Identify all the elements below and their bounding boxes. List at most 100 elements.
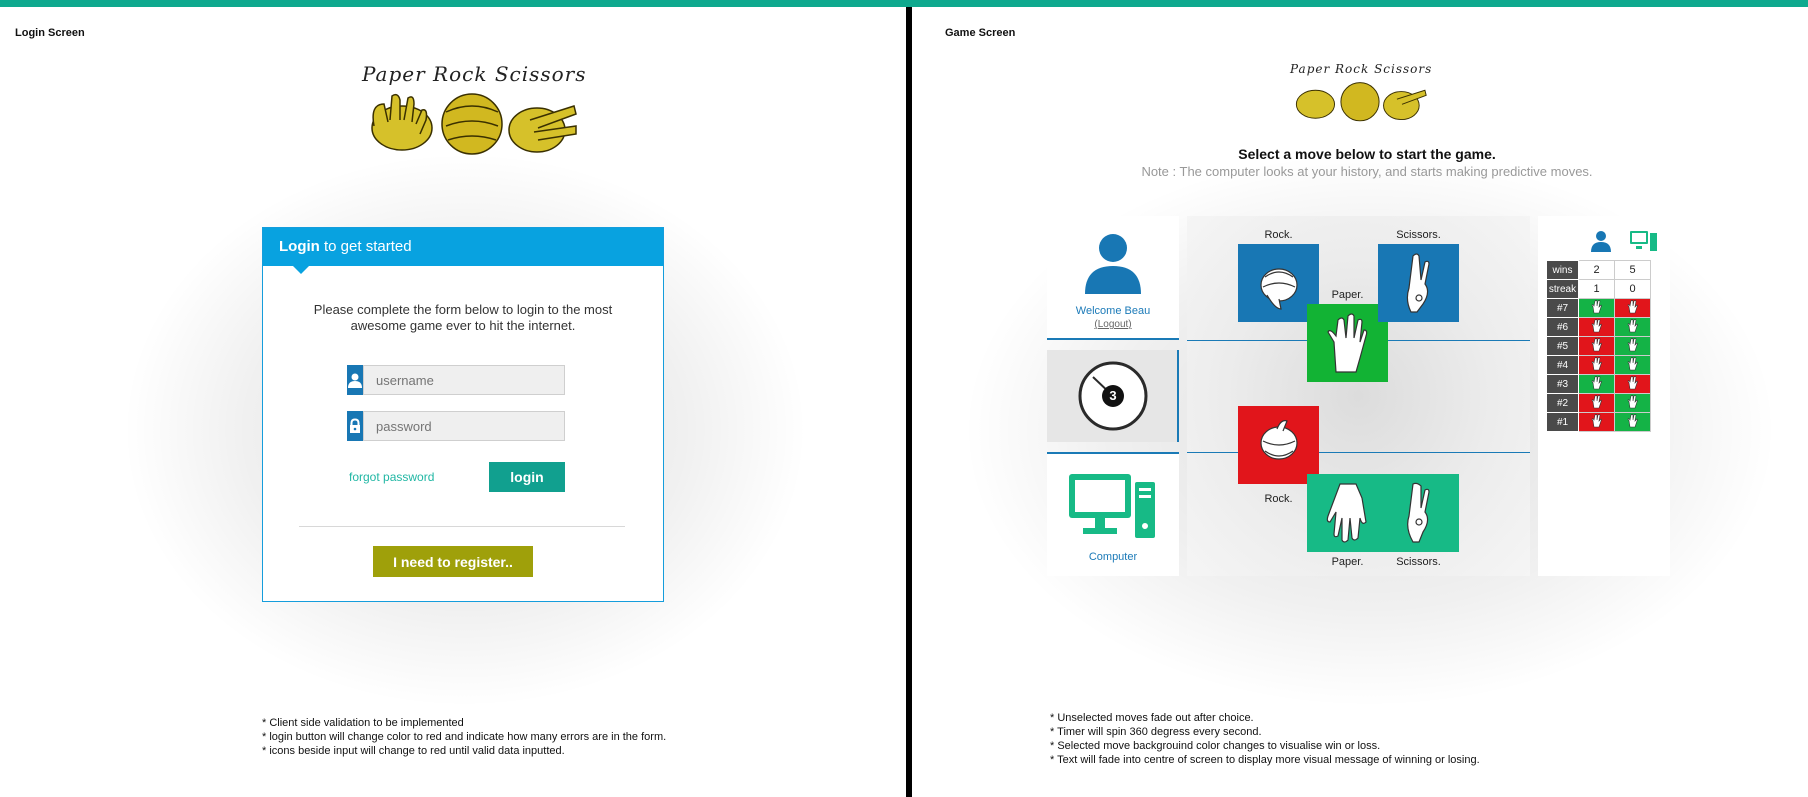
player-round-result: [1578, 393, 1615, 413]
round-row: #6: [1546, 317, 1651, 337]
password-input[interactable]: [363, 411, 565, 441]
username-field: [347, 365, 565, 395]
computer-paper-move: [1307, 474, 1388, 552]
game-note: * Timer will spin 360 degress every seco…: [1050, 726, 1262, 738]
computer-round-result: [1614, 336, 1651, 356]
login-note: * icons beside input will change to red …: [262, 745, 565, 757]
hands-logo-icon: [371, 93, 577, 155]
hand-icon: [1627, 375, 1638, 389]
scissors-hand-icon: [1406, 482, 1430, 543]
login-header-bold: Login: [279, 238, 320, 255]
game-note: * Selected move backgrouind color change…: [1050, 740, 1381, 752]
player-scissors-button[interactable]: [1378, 244, 1459, 322]
scoreboard: wins 2 5 streak 1 0 #7 #6 #5 #4 #3 #2 #1: [1538, 216, 1670, 576]
top-accent-bar: [0, 0, 1808, 7]
round-row: #7: [1546, 298, 1651, 318]
paper-hand-icon: [1326, 483, 1367, 543]
hand-icon: [1627, 318, 1638, 332]
round-row: #3: [1546, 374, 1651, 394]
hand-icon: [1591, 337, 1602, 351]
game-logo: Paper Rock Scissors: [1290, 62, 1431, 134]
player-round-result: [1578, 317, 1615, 337]
computer-scissors-move: [1378, 474, 1459, 552]
round-label: #7: [1546, 298, 1579, 318]
player-paper-label: Paper.: [1331, 289, 1364, 301]
player-rock-label: Rock.: [1264, 229, 1293, 241]
round-row: #4: [1546, 355, 1651, 375]
computer-round-result: [1614, 317, 1651, 337]
round-label: #5: [1546, 336, 1579, 356]
login-note: * login button will change color to red …: [262, 731, 667, 743]
game-note: * Unselected moves fade out after choice…: [1050, 712, 1254, 724]
hands-logo-icon: [1295, 82, 1427, 122]
player-round-result: [1578, 298, 1615, 318]
score-table: wins 2 5 streak 1 0 #7 #6 #5 #4 #3 #2 #1: [1546, 260, 1651, 432]
hand-icon: [1627, 337, 1638, 351]
computer-score-icon: [1630, 231, 1657, 251]
login-header-rest: to get started: [319, 238, 412, 255]
hand-icon: [1591, 413, 1602, 427]
hand-icon: [1627, 413, 1638, 427]
password-field: [347, 411, 565, 441]
computer-round-result: [1614, 355, 1651, 375]
player-scissors-label: Scissors.: [1396, 229, 1441, 241]
hand-icon: [1591, 394, 1602, 408]
scissors-hand-icon: [1406, 253, 1430, 313]
game-arena: Rock. Paper. Scissors. Rock. Paper. Scis…: [1187, 216, 1530, 576]
game-heading: Select a move below to start the game.: [1238, 146, 1496, 162]
round-label: #4: [1546, 355, 1579, 375]
login-button[interactable]: login: [489, 462, 565, 492]
username-input[interactable]: [363, 365, 565, 395]
login-intro-text: Please complete the form below to login …: [313, 302, 613, 333]
round-row: #5: [1546, 336, 1651, 356]
computer-round-result: [1614, 374, 1651, 394]
rock-hand-icon: [1259, 420, 1298, 460]
player-round-result: [1578, 355, 1615, 375]
player-round-result: [1578, 412, 1615, 432]
round-label: #2: [1546, 393, 1579, 413]
hand-icon: [1591, 318, 1602, 332]
player-paper-button[interactable]: [1307, 304, 1388, 382]
game-screen-title: Game Screen: [945, 27, 1016, 39]
login-card: Login to get started Please complete the…: [262, 227, 664, 602]
login-note: * Client side validation to be implement…: [262, 717, 464, 729]
computer-round-result: [1614, 393, 1651, 413]
paper-hand-icon: [1326, 313, 1367, 373]
computer-streak: 0: [1614, 279, 1651, 299]
player-wins: 2: [1578, 260, 1615, 280]
streak-row: streak 1 0: [1546, 279, 1651, 299]
computer-round-result: [1614, 412, 1651, 432]
rock-hand-icon: [1259, 268, 1298, 310]
timer-panel: 3: [1047, 350, 1179, 442]
register-button[interactable]: I need to register..: [373, 546, 533, 577]
streak-label: streak: [1546, 279, 1579, 299]
welcome-text: Welcome Beau: [1075, 305, 1151, 317]
player-streak: 1: [1578, 279, 1615, 299]
player-panel: Welcome Beau (Logout): [1047, 216, 1179, 340]
header-notch: [293, 266, 309, 274]
player-score-icon: [1591, 231, 1611, 252]
round-label: #1: [1546, 412, 1579, 432]
game-note: * Text will fade into centre of screen t…: [1050, 754, 1480, 766]
computer-rock-move: [1238, 406, 1319, 484]
hand-icon: [1627, 299, 1638, 313]
computer-icon: [1069, 474, 1155, 538]
logout-link[interactable]: (Logout): [1047, 319, 1179, 330]
round-row: #1: [1546, 412, 1651, 432]
login-logo: Paper Rock Scissors: [362, 62, 586, 168]
computer-paper-label: Paper.: [1331, 556, 1364, 568]
login-header: Login to get started: [263, 228, 663, 274]
computer-panel: Computer: [1047, 452, 1179, 576]
user-icon: [347, 365, 363, 395]
hand-icon: [1591, 375, 1602, 389]
hand-icon: [1591, 299, 1602, 313]
round-label: #3: [1546, 374, 1579, 394]
forgot-password-link[interactable]: forgot password: [349, 470, 434, 484]
wins-row: wins 2 5: [1546, 260, 1651, 280]
game-note: Note : The computer looks at your histor…: [1141, 164, 1593, 179]
player-avatar-icon: [1085, 234, 1141, 294]
separator: [299, 526, 625, 527]
computer-label: Computer: [1088, 551, 1138, 563]
timer-count: 3: [1109, 388, 1117, 403]
computer-wins: 5: [1614, 260, 1651, 280]
